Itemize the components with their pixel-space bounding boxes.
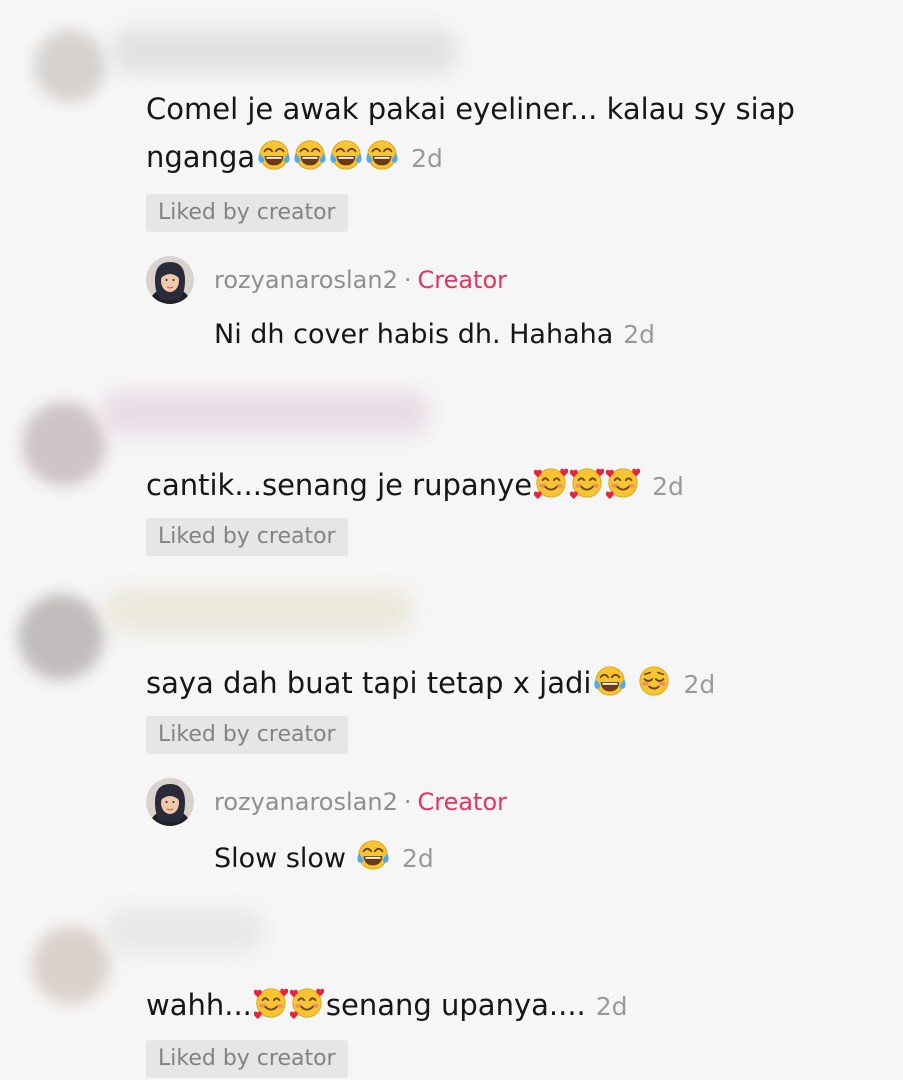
comment-text-line1: Comel je awak pakai eyeliner... kalau sy… [146,92,795,126]
username-redacted[interactable] [100,390,430,436]
comment-item: cantik...senang je rupanye 2d Liked by cr… [0,380,903,580]
creator-avatar[interactable] [146,256,194,304]
tears-of-joy-icon [365,139,399,171]
username-redacted[interactable] [110,28,458,74]
smiling-face-with-hearts-icon [570,467,605,500]
reply-text: Ni dh cover habis dh. Hahaha [214,319,614,350]
reply-username[interactable]: rozyanaroslan2 [214,788,398,816]
avatar[interactable] [32,926,110,1004]
comment-timestamp: 2d [683,670,716,699]
comment-text: saya dah buat tapi tetap x jadi [146,666,592,700]
comment-text-line2-row: nganga 2d [146,134,443,182]
smiling-face-with-hearts-icon [253,987,288,1020]
liked-by-creator-badge: Liked by creator [146,194,348,232]
reply-text-row: Slow slow 2d [214,838,434,880]
comment-text-after: senang upanya.... [325,988,586,1022]
comment-text-before: wahh... [146,988,252,1022]
username-redacted[interactable] [104,588,414,634]
reply-text-row: Ni dh cover habis dh. Hahaha 2d [214,314,655,356]
reply-text: Slow slow [214,843,346,874]
tears-of-joy-icon [257,139,291,171]
reply-header: rozyanaroslan2 · Creator [214,264,507,296]
comment-text-row: saya dah buat tapi tetap x jadi 2d [146,660,715,708]
relieved-face-icon [639,665,670,697]
creator-avatar-image [146,778,194,826]
comment-text-row: wahh... senang upanya.... 2d [146,982,628,1030]
smiling-face-with-hearts-icon [606,467,641,500]
comment-item: wahh... senang upanya.... 2d Liked by crea… [0,900,903,1080]
tears-of-joy-icon [329,139,363,171]
tears-of-joy-icon [356,839,390,871]
reply-username[interactable]: rozyanaroslan2 [214,266,398,294]
creator-avatar[interactable] [146,778,194,826]
avatar[interactable] [34,30,106,102]
comment-text-row: cantik...senang je rupanye 2d [146,462,684,510]
comment-item: Comel je awak pakai eyeliner... kalau sy… [0,0,903,380]
creator-avatar-image [146,256,194,304]
reply-timestamp: 2d [623,320,656,349]
creator-label: Creator [417,788,508,816]
separator-dot: · [403,788,412,816]
comment-text: Comel je awak pakai eyeliner... kalau sy… [146,86,795,132]
reply-timestamp: 2d [402,844,434,873]
comment-timestamp: 2d [411,144,443,173]
tears-of-joy-icon [293,139,327,171]
comment-text: cantik...senang je rupanye [146,468,533,502]
smiling-face-with-hearts-icon [534,467,569,500]
comment-item: saya dah buat tapi tetap x jadi 2d Liked … [0,580,903,910]
creator-label: Creator [417,266,508,294]
tears-of-joy-icon [593,665,627,697]
comment-timestamp: 2d [652,472,684,501]
liked-by-creator-badge: Liked by creator [146,1040,348,1078]
username-redacted[interactable] [104,908,264,954]
liked-by-creator-badge: Liked by creator [146,716,348,754]
avatar[interactable] [22,402,106,486]
smiling-face-with-hearts-icon [289,987,324,1020]
avatar[interactable] [18,594,104,680]
comment-timestamp: 2d [595,992,628,1021]
separator-dot: · [403,266,412,294]
comments-page: { "comments": [ { "text_line1": "Comel j… [0,0,903,1080]
reply-header: rozyanaroslan2 · Creator [214,786,507,818]
comment-text-line2: nganga [146,140,256,174]
liked-by-creator-badge: Liked by creator [146,518,348,556]
